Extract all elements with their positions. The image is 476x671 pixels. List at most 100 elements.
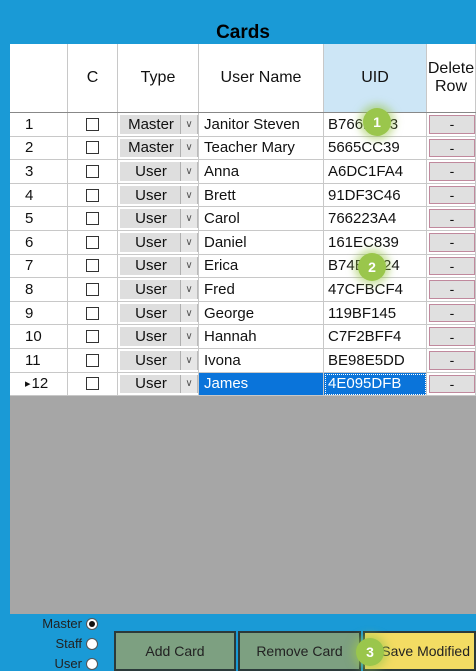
- user-name-cell[interactable]: Anna: [199, 160, 324, 184]
- user-name-cell[interactable]: Fred: [199, 278, 324, 302]
- type-dropdown[interactable]: User ∨: [120, 327, 198, 346]
- chevron-down-icon[interactable]: ∨: [180, 351, 197, 370]
- table-row[interactable]: 9 User ∨ George 119BF145 -: [10, 301, 476, 326]
- type-dropdown[interactable]: User ∨: [120, 303, 198, 323]
- user-name-cell[interactable]: Teacher Mary: [199, 136, 324, 161]
- chevron-down-icon[interactable]: ∨: [180, 303, 197, 323]
- row-checkbox[interactable]: [86, 330, 99, 344]
- chevron-down-icon[interactable]: ∨: [180, 115, 197, 134]
- header-type[interactable]: Type: [118, 44, 199, 112]
- delete-row-button[interactable]: -: [429, 115, 475, 134]
- uid-cell[interactable]: 91DF3C46: [324, 183, 427, 208]
- chevron-down-icon[interactable]: ∨: [180, 209, 197, 228]
- row-checkbox[interactable]: [86, 235, 99, 249]
- chevron-down-icon[interactable]: ∨: [180, 185, 197, 205]
- type-dropdown[interactable]: User ∨: [120, 185, 198, 205]
- header-uid[interactable]: UID: [324, 44, 427, 112]
- delete-row-button[interactable]: -: [429, 351, 475, 370]
- radio-option[interactable]: User: [55, 656, 98, 671]
- delete-row-button[interactable]: -: [429, 327, 475, 346]
- type-dropdown[interactable]: User ∨: [120, 256, 198, 276]
- table-row[interactable]: 10 User ∨ Hannah C7F2BFF4 -: [10, 325, 476, 349]
- type-dropdown[interactable]: User ∨: [120, 280, 198, 299]
- header-check[interactable]: C: [68, 44, 118, 112]
- user-name-cell[interactable]: Janitor Steven: [199, 113, 324, 137]
- row-checkbox[interactable]: [86, 353, 99, 367]
- add-card-button[interactable]: Add Card: [114, 631, 236, 671]
- type-value: User: [135, 162, 167, 180]
- header-user-name[interactable]: User Name: [199, 44, 324, 112]
- table-row[interactable]: 5 User ∨ Carol 766223A4 -: [10, 207, 476, 231]
- table-row[interactable]: 6 User ∨ Daniel 161EC839 -: [10, 231, 476, 255]
- row-checkbox[interactable]: [86, 212, 99, 226]
- user-name-cell[interactable]: Ivona: [199, 349, 324, 373]
- row-checkbox[interactable]: [86, 282, 99, 296]
- type-dropdown[interactable]: User ∨: [120, 209, 198, 228]
- delete-row-button[interactable]: -: [429, 209, 475, 228]
- table-row[interactable]: ▸ 12 User ∨ James 4E095DFB -: [10, 372, 476, 397]
- radio-option[interactable]: Staff: [55, 636, 98, 651]
- user-name-cell[interactable]: George: [199, 301, 324, 326]
- chevron-down-icon[interactable]: ∨: [180, 138, 197, 158]
- chevron-down-icon[interactable]: ∨: [180, 374, 197, 394]
- uid-cell[interactable]: 5665CC39: [324, 136, 427, 161]
- delete-row-button[interactable]: -: [429, 256, 475, 276]
- delete-row-button[interactable]: -: [429, 162, 475, 181]
- table-row[interactable]: 1 Master ∨ Janitor Steven B766B763 -: [10, 113, 476, 137]
- delete-row-button[interactable]: -: [429, 374, 475, 394]
- user-name-cell[interactable]: Erica: [199, 254, 324, 279]
- row-checkbox[interactable]: [86, 259, 99, 273]
- chevron-down-icon[interactable]: ∨: [180, 280, 197, 299]
- delete-row-button[interactable]: -: [429, 185, 475, 205]
- table-row[interactable]: 3 User ∨ Anna A6DC1FA4 -: [10, 160, 476, 184]
- table-row[interactable]: 11 User ∨ Ivona BE98E5DD -: [10, 349, 476, 373]
- row-checkbox[interactable]: [86, 188, 99, 202]
- type-dropdown[interactable]: Master ∨: [120, 138, 198, 158]
- chevron-down-icon[interactable]: ∨: [180, 233, 197, 252]
- uid-cell[interactable]: BE98E5DD: [324, 349, 427, 373]
- delete-row-button[interactable]: -: [429, 233, 475, 252]
- type-cell: User ∨: [118, 278, 199, 302]
- row-checkbox[interactable]: [86, 306, 99, 320]
- user-name-cell[interactable]: Brett: [199, 183, 324, 208]
- remove-card-button[interactable]: Remove Card: [238, 631, 361, 671]
- table-row[interactable]: 4 User ∨ Brett 91DF3C46 -: [10, 183, 476, 208]
- radio-button[interactable]: [86, 657, 98, 670]
- type-cell: User ∨: [118, 372, 199, 397]
- row-checkbox[interactable]: [86, 164, 99, 178]
- uid-cell[interactable]: C7F2BFF4: [324, 325, 427, 349]
- user-name-cell[interactable]: Hannah: [199, 325, 324, 349]
- delete-row-button[interactable]: -: [429, 303, 475, 323]
- chevron-down-icon[interactable]: ∨: [180, 162, 197, 181]
- table-row[interactable]: 2 Master ∨ Teacher Mary 5665CC39 -: [10, 136, 476, 161]
- type-dropdown[interactable]: User ∨: [120, 162, 198, 181]
- uid-cell[interactable]: 47CFBCF4: [324, 278, 427, 302]
- header-delete-row[interactable]: Delete Row: [427, 44, 476, 112]
- table-row[interactable]: 8 User ∨ Fred 47CFBCF4 -: [10, 278, 476, 302]
- type-dropdown[interactable]: User ∨: [120, 233, 198, 252]
- radio-button[interactable]: [86, 617, 98, 630]
- uid-cell[interactable]: 119BF145: [324, 301, 427, 326]
- uid-cell[interactable]: 766223A4: [324, 207, 427, 231]
- type-dropdown[interactable]: User ∨: [120, 351, 198, 370]
- user-name-cell[interactable]: James: [199, 372, 324, 397]
- row-checkbox[interactable]: [86, 377, 99, 391]
- row-checkbox[interactable]: [86, 117, 99, 131]
- chevron-down-icon[interactable]: ∨: [180, 256, 197, 276]
- type-dropdown[interactable]: Master ∨: [120, 115, 198, 134]
- delete-row-button[interactable]: -: [429, 280, 475, 299]
- row-number-cell: 2: [10, 136, 68, 161]
- user-name-cell[interactable]: Carol: [199, 207, 324, 231]
- radio-option[interactable]: Master: [42, 616, 98, 631]
- uid-cell[interactable]: A6DC1FA4: [324, 160, 427, 184]
- uid-cell[interactable]: 4E095DFB: [324, 372, 427, 397]
- radio-button[interactable]: [86, 637, 98, 650]
- type-dropdown[interactable]: User ∨: [120, 374, 198, 394]
- table-row[interactable]: 7 User ∨ Erica B74EB224 -: [10, 254, 476, 279]
- uid-cell[interactable]: 161EC839: [324, 231, 427, 255]
- cards-window: Cards C Type User Name UID Delete Row 1 …: [10, 18, 476, 671]
- delete-row-button[interactable]: -: [429, 138, 475, 158]
- chevron-down-icon[interactable]: ∨: [180, 327, 197, 346]
- row-checkbox[interactable]: [86, 141, 99, 155]
- user-name-cell[interactable]: Daniel: [199, 231, 324, 255]
